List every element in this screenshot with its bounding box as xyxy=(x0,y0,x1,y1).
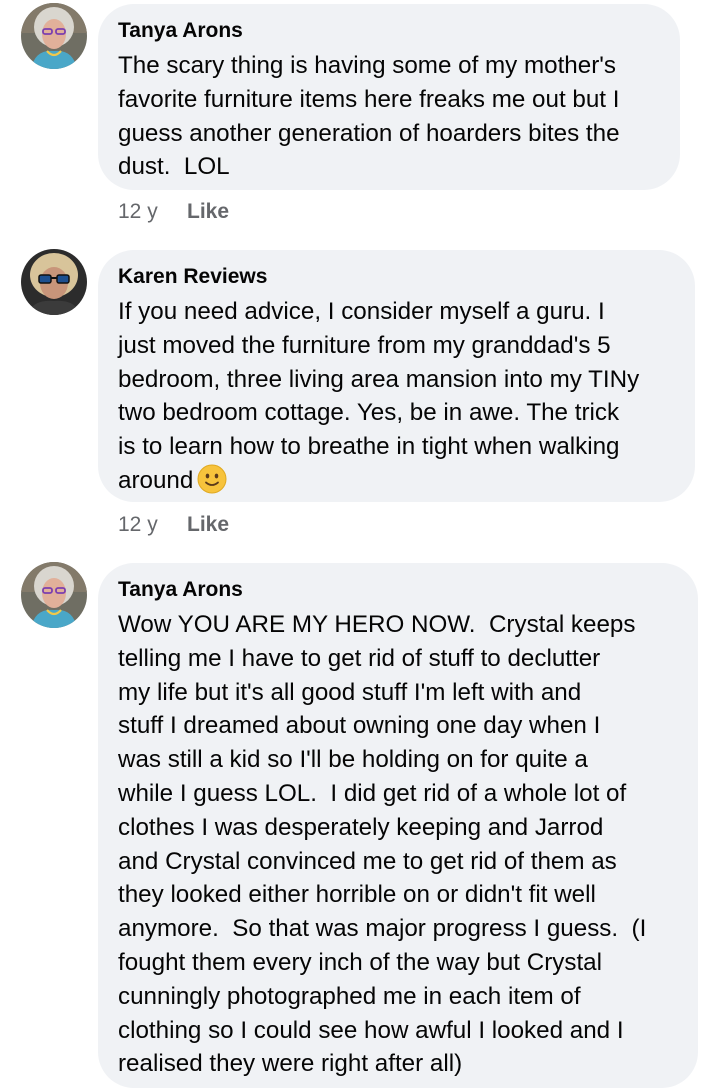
avatar[interactable] xyxy=(21,562,87,628)
comment-meta: 12 y Like xyxy=(118,200,229,224)
comment-author[interactable]: Karen Reviews xyxy=(118,265,675,289)
avatar-tanya-icon xyxy=(21,3,87,69)
avatar[interactable] xyxy=(21,249,87,315)
comment-text: Wow YOU ARE MY HERO NOW. Crystal keeps t… xyxy=(118,611,647,1078)
avatar[interactable] xyxy=(21,3,87,69)
slightly-smiling-face-icon xyxy=(197,464,227,494)
comment-meta: 12 y Like xyxy=(118,513,229,537)
avatar-tanya-icon xyxy=(21,562,87,628)
comment-text: If you need advice, I consider myself a … xyxy=(118,295,675,498)
comment-author[interactable]: Tanya Arons xyxy=(118,19,660,43)
comment-timestamp[interactable]: 12 y xyxy=(118,200,187,224)
comment-timestamp[interactable]: 12 y xyxy=(118,513,187,537)
avatar-karen-icon xyxy=(21,249,87,315)
like-button[interactable]: Like xyxy=(187,200,229,223)
comment-text-body: If you need advice, I consider myself a … xyxy=(118,298,640,494)
comment-bubble: Tanya Arons Wow YOU ARE MY HERO NOW. Cry… xyxy=(98,563,698,1088)
comment-text: The scary thing is having some of my mot… xyxy=(118,52,620,181)
like-button[interactable]: Like xyxy=(187,513,229,536)
comment-author[interactable]: Tanya Arons xyxy=(118,578,678,602)
comment-bubble: Tanya Arons The scary thing is having so… xyxy=(98,4,680,190)
comment-bubble: Karen Reviews If you need advice, I cons… xyxy=(98,250,695,502)
